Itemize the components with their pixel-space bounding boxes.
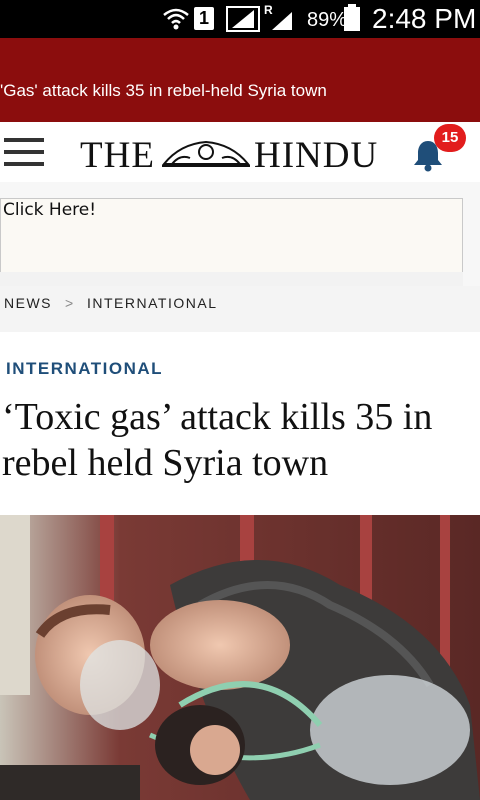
breadcrumb-separator: > (65, 295, 75, 311)
breadcrumb-news[interactable]: NEWS (4, 295, 52, 311)
ad-divider (0, 272, 463, 286)
clock: 2:48 PM (372, 3, 477, 34)
article-section-label[interactable]: INTERNATIONAL (6, 359, 163, 379)
breadcrumb: NEWS > INTERNATIONAL (0, 286, 480, 332)
site-logo[interactable]: THE HINDU (80, 130, 386, 176)
logo-word-hindu: HINDU (254, 135, 379, 176)
article-photo[interactable] (0, 515, 480, 800)
logo-word-the: THE (80, 135, 155, 176)
ad-area: Click Here! (0, 182, 480, 286)
logo-emblem-icon (161, 140, 251, 167)
ad-click-text[interactable]: Click Here! (3, 200, 96, 220)
hamburger-menu-icon[interactable] (4, 138, 44, 168)
app-header: THE HINDU 15 (0, 122, 480, 182)
breaking-news-banner[interactable]: 'Gas' attack kills 35 in rebel-held Syri… (0, 38, 480, 122)
battery-icon (344, 4, 360, 31)
status-bar: 1 R 89% 2:48 PM (0, 0, 480, 38)
wifi-icon (163, 8, 189, 30)
sim-icon: 1 (194, 7, 214, 30)
article-photo-image (0, 515, 480, 800)
battery-percent: 89% (307, 9, 348, 31)
signal-icon (226, 6, 260, 32)
roaming-indicator: R (264, 3, 273, 17)
article-title: ‘Toxic gas’ attack kills 35 in rebel hel… (2, 396, 433, 484)
notification-badge[interactable]: 15 (434, 124, 466, 152)
banner-headline[interactable]: 'Gas' attack kills 35 in rebel-held Syri… (0, 81, 327, 101)
breadcrumb-international[interactable]: INTERNATIONAL (87, 295, 217, 311)
